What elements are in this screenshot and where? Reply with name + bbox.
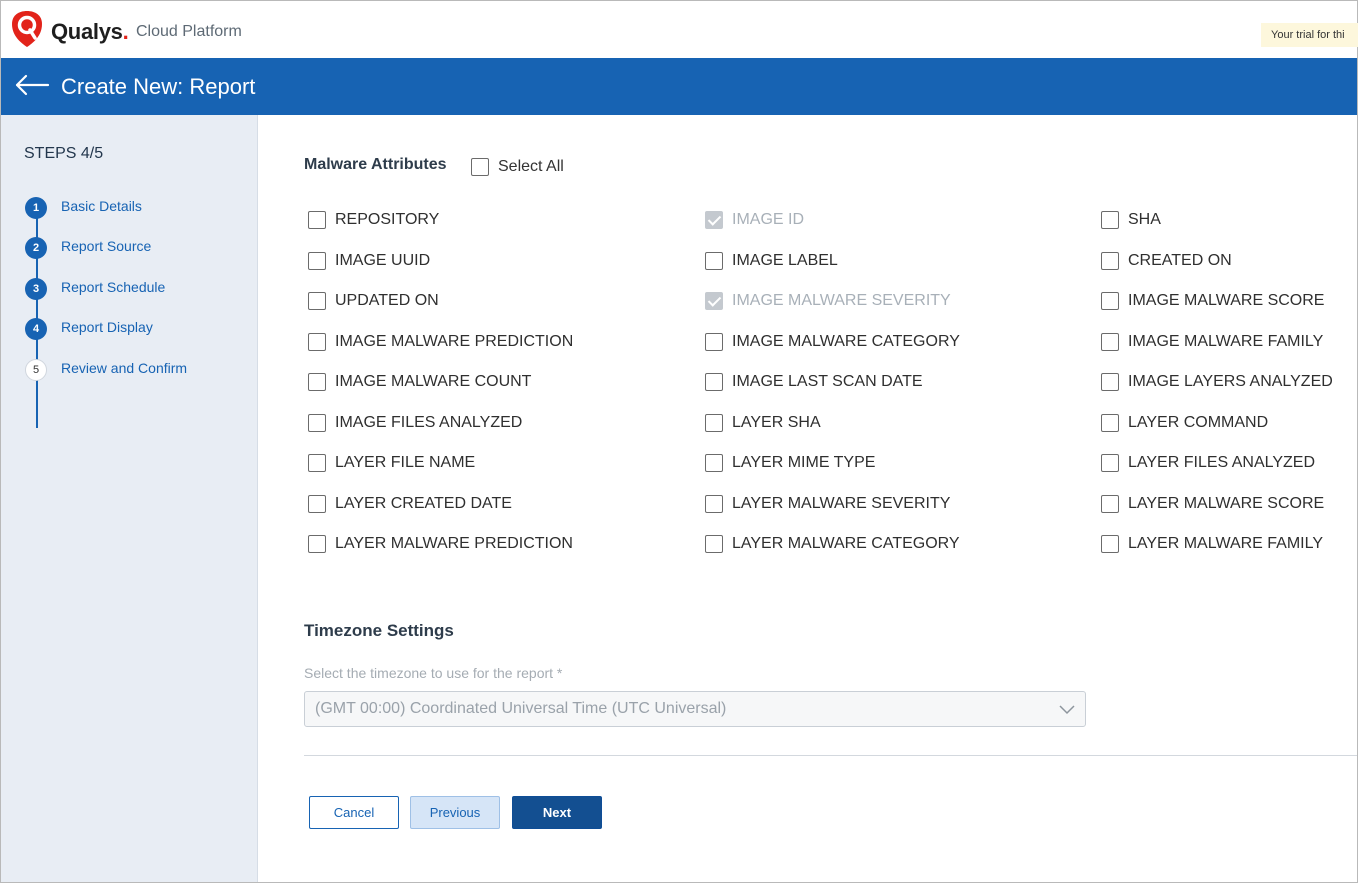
attribute-checkbox[interactable] [308,414,326,432]
attribute-label: IMAGE LAYERS ANALYZED [1128,373,1333,390]
attribute-label: LAYER MALWARE CATEGORY [732,535,960,552]
attribute-checkbox[interactable] [308,333,326,351]
attribute-checkbox[interactable] [308,495,326,513]
attribute-checkbox[interactable] [1101,454,1119,472]
attribute-label: IMAGE UUID [335,252,431,269]
attribute-label: LAYER CREATED DATE [335,495,512,512]
timezone-settings-title: Timezone Settings [304,621,454,640]
attribute-checkbox[interactable] [308,211,326,229]
back-arrow-icon[interactable] [14,72,50,98]
attribute-label: IMAGE ID [732,211,805,228]
step-label: Report Schedule [61,279,166,295]
attribute-label: SHA [1128,211,1161,228]
step-number: 3 [25,278,47,300]
step-label: Basic Details [61,198,142,214]
attribute-label: IMAGE MALWARE SEVERITY [732,292,951,309]
attribute-checkbox[interactable] [1101,373,1119,391]
attribute-checkbox[interactable] [308,454,326,472]
step-number: 5 [25,359,47,381]
next-button[interactable]: Next [512,796,602,829]
attribute-checkbox[interactable] [705,333,723,351]
attribute-label: IMAGE MALWARE SCORE [1128,292,1325,309]
attribute-label: CREATED ON [1128,252,1232,269]
attribute-checkbox[interactable] [1101,252,1119,270]
step-label: Review and Confirm [61,360,188,376]
attribute-checkbox[interactable] [1101,292,1119,310]
attribute-label: LAYER MALWARE SCORE [1128,495,1325,512]
attribute-checkbox[interactable] [1101,535,1119,553]
attribute-checkbox[interactable] [705,252,723,270]
attribute-checkbox[interactable] [308,252,326,270]
attribute-label: LAYER MIME TYPE [732,454,876,471]
attribute-checkbox[interactable] [1101,333,1119,351]
attribute-checkbox[interactable] [1101,414,1119,432]
attribute-label: LAYER MALWARE SEVERITY [732,495,951,512]
cancel-button[interactable]: Cancel [309,796,399,829]
attribute-label: REPOSITORY [335,211,440,228]
step-label: Report Source [61,238,152,254]
select-all-label: Select All [498,158,564,175]
top-bar: Qualys. Cloud Platform Your trial for th… [1,1,1358,58]
attribute-checkbox[interactable] [705,414,723,432]
attribute-checkbox[interactable] [308,373,326,391]
attribute-label: LAYER COMMAND [1128,414,1269,431]
attribute-checkbox[interactable] [705,454,723,472]
platform-name: Cloud Platform [136,23,242,40]
timezone-select[interactable]: (GMT 00:00) Coordinated Universal Time (… [304,691,1086,727]
attribute-label: IMAGE MALWARE COUNT [335,373,532,390]
attribute-label: IMAGE LABEL [732,252,838,269]
brand-text: Qualys [51,19,123,44]
attribute-label: IMAGE MALWARE PREDICTION [335,333,574,350]
section-divider [304,755,1357,756]
step-number: 1 [25,197,47,219]
attribute-label: IMAGE FILES ANALYZED [335,414,523,431]
brand-name: Qualys. [51,19,129,45]
select-all-checkbox[interactable] [471,158,489,176]
attribute-checkbox[interactable] [308,292,326,310]
qualys-logo-icon [12,11,42,47]
attribute-checkbox[interactable] [705,535,723,553]
attribute-checkbox[interactable] [1101,211,1119,229]
attribute-label: LAYER SHA [732,414,821,431]
previous-button[interactable]: Previous [410,796,500,829]
steps-sidebar: STEPS 4/5 1 Basic Details 2 Report Sourc… [1,115,258,882]
attribute-checkbox [705,292,723,310]
steps-progress-label: STEPS 4/5 [24,145,104,162]
attribute-label: IMAGE LAST SCAN DATE [732,373,923,390]
trial-notice[interactable]: Your trial for thi [1261,23,1358,47]
attribute-checkbox[interactable] [705,495,723,513]
step-label: Report Display [61,319,153,335]
chevron-down-icon [1059,705,1075,715]
brand-dot: . [122,19,129,44]
attribute-label: IMAGE MALWARE FAMILY [1128,333,1324,350]
attribute-label: IMAGE MALWARE CATEGORY [732,333,960,350]
page-title: Create New: Report [61,74,256,99]
attribute-label: LAYER FILE NAME [335,454,476,471]
page-header: Create New: Report [1,58,1357,115]
attribute-checkbox[interactable] [1101,495,1119,513]
attribute-label: LAYER MALWARE PREDICTION [335,535,573,552]
attribute-checkbox[interactable] [705,373,723,391]
timezone-field-label: Select the timezone to use for the repor… [304,665,563,681]
attribute-checkbox [705,211,723,229]
step-number: 2 [25,237,47,259]
attribute-label: LAYER MALWARE FAMILY [1128,535,1324,552]
timezone-selected-value: (GMT 00:00) Coordinated Universal Time (… [315,700,727,717]
malware-attributes-title: Malware Attributes [304,156,447,173]
attribute-checkbox[interactable] [308,535,326,553]
attribute-label: UPDATED ON [335,292,439,309]
step-number: 4 [25,318,47,340]
attribute-label: LAYER FILES ANALYZED [1128,454,1316,471]
main-content: Malware Attributes Select All REPOSITORY… [259,115,1357,882]
